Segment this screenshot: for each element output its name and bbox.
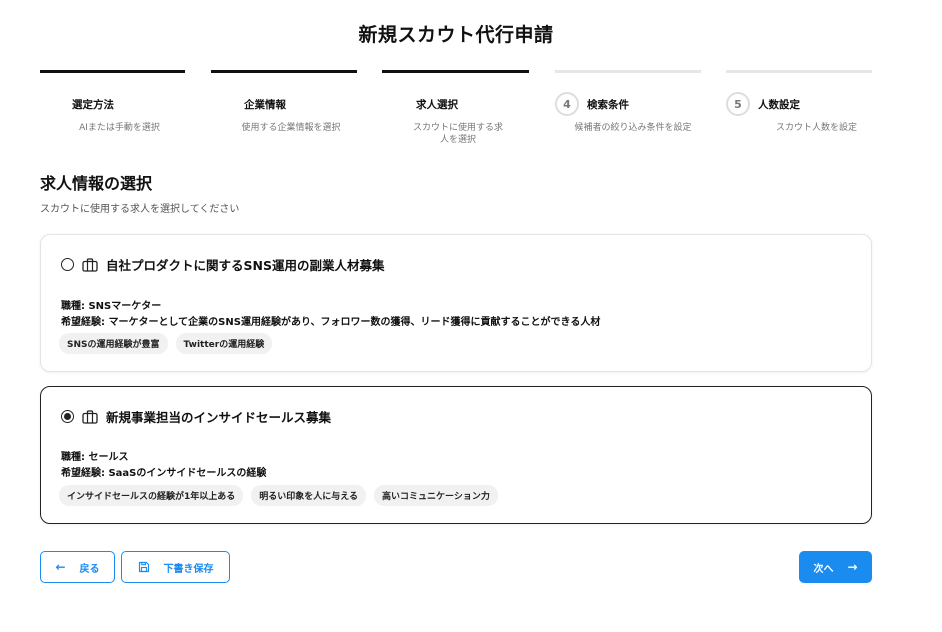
job-role: 職種: SNSマーケター xyxy=(61,301,162,312)
step-5: 5 人数設定 スカウト人数を設定 xyxy=(726,70,872,134)
job-radio[interactable] xyxy=(61,258,74,271)
save-draft-label: 下書き保存 xyxy=(163,563,214,575)
job-radio-selected[interactable] xyxy=(61,410,74,423)
step-description: スカウト人数を設定 xyxy=(775,123,857,133)
job-card[interactable]: 自社プロダクトに関するSNS運用の副業人材募集 職種: SNSマーケター 希望経… xyxy=(40,234,872,372)
step-description: 候補者の絞り込み条件を設定 xyxy=(574,123,692,133)
briefcase-icon xyxy=(82,257,98,272)
step-2: 企業情報 使用する企業情報を選択 xyxy=(211,70,357,134)
page-title: 新規スカウト代行申請 xyxy=(358,24,554,46)
step-number: 4 xyxy=(555,92,579,116)
save-draft-button[interactable]: 下書き保存 xyxy=(121,551,230,583)
step-4: 4 検索条件 候補者の絞り込み条件を設定 xyxy=(555,70,701,134)
step-progress-bar xyxy=(726,70,872,73)
job-tag: SNSの運用経験が豊富 xyxy=(59,333,168,354)
job-title: 自社プロダクトに関するSNS運用の副業人材募集 xyxy=(106,258,385,273)
next-button[interactable]: 次へ → xyxy=(799,551,872,583)
step-progress-bar xyxy=(555,70,701,73)
job-role: 職種: セールス xyxy=(61,452,129,463)
section-subtitle: スカウトに使用する求人を選択してください xyxy=(40,204,240,215)
step-1: 選定方法 AIまたは手動を選択 xyxy=(40,70,185,134)
step-label: 選定方法 xyxy=(72,98,114,111)
step-number: 5 xyxy=(726,92,750,116)
step-label: 人数設定 xyxy=(758,98,800,111)
step-label: 検索条件 xyxy=(587,98,629,111)
step-3: 求人選択 スカウトに使用する求人を選択 xyxy=(382,70,529,146)
job-tag: 高いコミュニケーション力 xyxy=(374,485,498,506)
job-tag: 明るい印象を人に与える xyxy=(251,485,366,506)
job-tag: インサイドセールスの経験が1年以上ある xyxy=(59,485,244,506)
step-progress-bar xyxy=(382,70,529,73)
step-label: 求人選択 xyxy=(416,98,458,111)
step-description: AIまたは手動を選択 xyxy=(79,123,160,133)
back-button-label: 戻る xyxy=(79,563,100,575)
job-experience: 希望経験: SaaSのインサイドセールスの経験 xyxy=(61,468,267,479)
back-button[interactable]: ← 戻る xyxy=(40,551,115,583)
briefcase-icon xyxy=(82,409,98,424)
job-card-selected[interactable]: 新規事業担当のインサイドセールス募集 職種: セールス 希望経験: SaaSのイ… xyxy=(40,386,872,524)
step-description: スカウトに使用する求人を選択 xyxy=(412,123,503,145)
job-tag: Twitterの運用経験 xyxy=(175,333,273,354)
step-progress-bar xyxy=(211,70,357,73)
arrow-left-icon: ← xyxy=(55,560,66,574)
floppy-disk-icon xyxy=(138,561,149,573)
next-button-label: 次へ xyxy=(813,563,834,575)
job-experience: 希望経験: マーケターとして企業のSNS運用経験があり、フォロワー数の獲得、リー… xyxy=(61,317,601,328)
step-progress-bar xyxy=(40,70,185,73)
arrow-right-icon: → xyxy=(847,560,858,574)
step-description: 使用する企業情報を選択 xyxy=(241,123,341,133)
section-title: 求人情報の選択 xyxy=(40,174,153,193)
job-tags: インサイドセールスの経験が1年以上ある 明るい印象を人に与える 高いコミュニケー… xyxy=(59,485,498,506)
step-label: 企業情報 xyxy=(244,98,286,111)
job-title: 新規事業担当のインサイドセールス募集 xyxy=(106,410,332,425)
job-tags: SNSの運用経験が豊富 Twitterの運用経験 xyxy=(59,333,273,354)
